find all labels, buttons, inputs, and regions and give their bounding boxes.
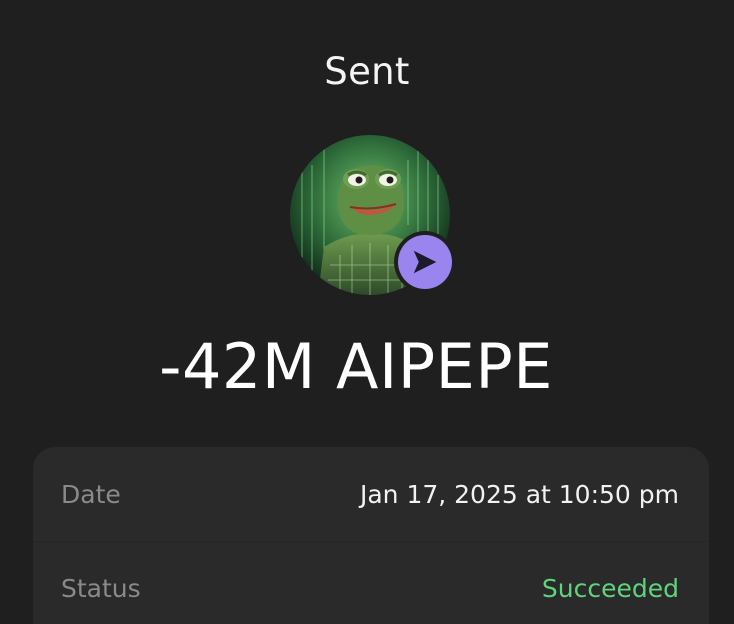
transaction-detail-screen: Sent -42M AIPEPE Date Jan 17, 2025 at 10… [0, 0, 734, 624]
details-card: Date Jan 17, 2025 at 10:50 pm Status Suc… [33, 447, 709, 624]
send-arrow-icon [398, 235, 452, 289]
status-value: Succeeded [541, 574, 679, 603]
send-badge [394, 231, 456, 293]
detail-row-date: Date Jan 17, 2025 at 10:50 pm [33, 447, 709, 541]
transaction-amount: -42M AIPEPE [159, 330, 553, 403]
page-title: Sent [324, 50, 410, 93]
status-label: Status [61, 574, 141, 603]
token-avatar-group [290, 135, 456, 295]
detail-row-status: Status Succeeded [33, 541, 709, 624]
date-value: Jan 17, 2025 at 10:50 pm [359, 479, 679, 509]
date-label: Date [61, 479, 121, 509]
